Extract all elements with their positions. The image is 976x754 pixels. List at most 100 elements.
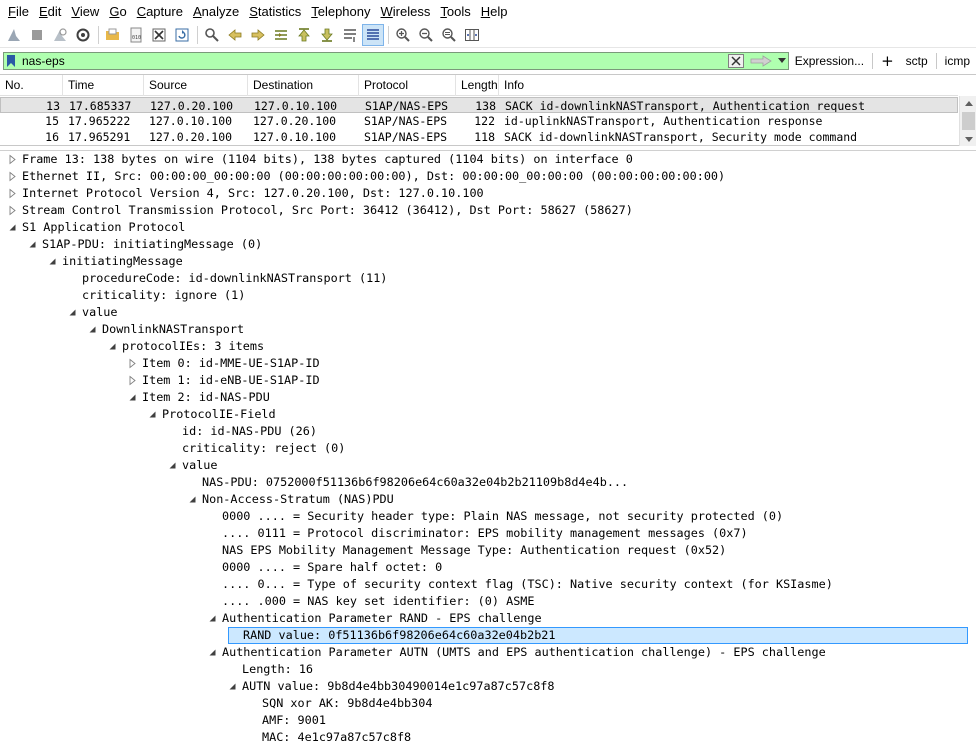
menu-statistics[interactable]: Statistics	[244, 0, 306, 23]
column-header-length[interactable]: Length	[456, 75, 499, 96]
zoom-normal-icon[interactable]	[438, 24, 460, 46]
go-back-icon[interactable]	[224, 24, 246, 46]
tree-item[interactable]: Stream Control Transmission Protocol, Sr…	[8, 202, 633, 219]
apply-filter-arrow-icon[interactable]	[748, 54, 774, 68]
menu-analyze[interactable]: Analyze	[188, 0, 244, 23]
go-to-packet-icon[interactable]	[270, 24, 292, 46]
packet-list-scrollbar[interactable]	[959, 96, 976, 146]
tree-item[interactable]: Item 1: id-eNB-UE-S1AP-ID	[128, 372, 320, 389]
reload-file-icon[interactable]	[171, 24, 193, 46]
collapse-arrow-icon[interactable]	[188, 491, 198, 508]
tree-item[interactable]: criticality: ignore (1)	[68, 287, 245, 304]
collapse-arrow-icon[interactable]	[148, 406, 158, 423]
column-header-info[interactable]: Info	[499, 75, 958, 96]
filter-button-icmp[interactable]: icmp	[939, 54, 976, 68]
tree-item[interactable]: procedureCode: id-downlinkNASTransport (…	[68, 270, 387, 287]
zoom-out-icon[interactable]	[415, 24, 437, 46]
go-last-icon[interactable]	[316, 24, 338, 46]
tree-item[interactable]: S1 Application Protocol	[8, 219, 185, 236]
tree-item-selected[interactable]: RAND value: 0f51136b6f98206e64c60a32e04b…	[228, 627, 968, 644]
tree-item[interactable]: NAS EPS Mobility Management Message Type…	[208, 542, 726, 559]
zoom-in-icon[interactable]	[392, 24, 414, 46]
expand-arrow-icon[interactable]	[8, 202, 18, 219]
expand-arrow-icon[interactable]	[128, 355, 138, 372]
resize-columns-icon[interactable]	[461, 24, 483, 46]
clear-filter-icon[interactable]	[727, 53, 744, 68]
expand-arrow-icon[interactable]	[8, 185, 18, 202]
tree-item[interactable]: Item 0: id-MME-UE-S1AP-ID	[128, 355, 320, 372]
packet-row[interactable]: 15 17.965222 127.0.10.100 127.0.20.100 S1AP/…	[0, 113, 958, 129]
close-file-icon[interactable]	[148, 24, 170, 46]
menu-edit[interactable]: Edit	[34, 0, 66, 23]
display-filter-input[interactable]	[20, 52, 728, 69]
tree-item[interactable]: AMF: 9001	[248, 712, 326, 729]
tree-item[interactable]: criticality: reject (0)	[168, 440, 345, 457]
column-header-time[interactable]: Time	[63, 75, 144, 96]
add-filter-button[interactable]: +	[875, 52, 900, 70]
tree-item[interactable]: DownlinkNASTransport	[88, 321, 244, 338]
tree-item[interactable]: 0000 .... = Security header type: Plain …	[208, 508, 783, 525]
collapse-arrow-icon[interactable]	[68, 304, 78, 321]
menu-telephony[interactable]: Telephony	[306, 0, 375, 23]
tree-item[interactable]: AUTN value: 9b8d4e4bb30490014e1c97a87c57…	[228, 678, 555, 695]
menu-go[interactable]: Go	[104, 0, 131, 23]
menu-wireless[interactable]: Wireless	[376, 0, 436, 23]
tree-item[interactable]: Item 2: id-NAS-PDU	[128, 389, 270, 406]
collapse-arrow-icon[interactable]	[168, 457, 178, 474]
tree-item[interactable]: id: id-NAS-PDU (26)	[168, 423, 317, 440]
column-header-no[interactable]: No.	[0, 75, 63, 96]
collapse-arrow-icon[interactable]	[228, 678, 238, 695]
chevron-down-icon[interactable]	[776, 54, 788, 68]
colorize-icon[interactable]	[362, 24, 384, 46]
filter-button-sctp[interactable]: sctp	[900, 54, 934, 68]
capture-options-icon[interactable]	[72, 24, 94, 46]
packet-row[interactable]: 13 17.685337 127.0.20.100 127.0.10.100 S1AP/…	[0, 97, 958, 113]
scrollbar-thumb[interactable]	[961, 112, 975, 130]
tree-item[interactable]: .... 0111 = Protocol discriminator: EPS …	[208, 525, 748, 542]
shark-fin-start-icon[interactable]	[3, 24, 25, 46]
find-packet-icon[interactable]	[201, 24, 223, 46]
tree-item[interactable]: Frame 13: 138 bytes on wire (1104 bits),…	[8, 151, 633, 168]
go-forward-icon[interactable]	[247, 24, 269, 46]
restart-capture-icon[interactable]	[49, 24, 71, 46]
tree-item[interactable]: value	[168, 457, 218, 474]
tree-item[interactable]: 0000 .... = Spare half octet: 0	[208, 559, 442, 576]
column-header-protocol[interactable]: Protocol	[359, 75, 456, 96]
collapse-arrow-icon[interactable]	[208, 644, 218, 661]
menu-view[interactable]: View	[66, 0, 104, 23]
tree-item[interactable]: Length: 16	[228, 661, 313, 678]
stop-capture-icon[interactable]	[26, 24, 48, 46]
menu-help[interactable]: Help	[476, 0, 513, 23]
collapse-arrow-icon[interactable]	[48, 253, 58, 270]
tree-item[interactable]: Non-Access-Stratum (NAS)PDU	[188, 491, 394, 508]
packet-row[interactable]: 16 17.965291 127.0.20.100 127.0.10.100 S1AP/…	[0, 129, 958, 145]
collapse-arrow-icon[interactable]	[108, 338, 118, 355]
expression-button[interactable]: Expression...	[789, 54, 870, 68]
tree-item[interactable]: S1AP-PDU: initiatingMessage (0)	[28, 236, 262, 253]
menu-capture[interactable]: Capture	[132, 0, 188, 23]
collapse-arrow-icon[interactable]	[208, 610, 218, 627]
tree-item[interactable]: value	[68, 304, 118, 321]
collapse-arrow-icon[interactable]	[28, 236, 38, 253]
tree-item[interactable]: SQN xor AK: 9b8d4e4bb304	[248, 695, 432, 712]
column-header-destination[interactable]: Destination	[248, 75, 359, 96]
tree-item[interactable]: .... .000 = NAS key set identifier: (0) …	[208, 593, 535, 610]
tree-item[interactable]: Internet Protocol Version 4, Src: 127.0.…	[8, 185, 484, 202]
tree-item[interactable]: .... 0... = Type of security context fla…	[208, 576, 833, 593]
go-first-icon[interactable]	[293, 24, 315, 46]
tree-item[interactable]: MAC: 4e1c97a87c57c8f8	[248, 729, 411, 746]
save-file-icon[interactable]: 010	[125, 24, 147, 46]
menu-file[interactable]: File	[3, 0, 34, 23]
scroll-up-icon[interactable]	[960, 96, 976, 110]
tree-item[interactable]: ProtocolIE-Field	[148, 406, 276, 423]
collapse-arrow-icon[interactable]	[128, 389, 138, 406]
expand-arrow-icon[interactable]	[128, 372, 138, 389]
tree-item[interactable]: initiatingMessage	[48, 253, 183, 270]
tree-item[interactable]: Ethernet II, Src: 00:00:00_00:00:00 (00:…	[8, 168, 725, 185]
tree-item[interactable]: Authentication Parameter RAND - EPS chal…	[208, 610, 542, 627]
collapse-arrow-icon[interactable]	[88, 321, 98, 338]
open-file-icon[interactable]	[102, 24, 124, 46]
tree-item[interactable]: protocolIEs: 3 items	[108, 338, 264, 355]
collapse-arrow-icon[interactable]	[8, 219, 18, 236]
expand-arrow-icon[interactable]	[8, 151, 18, 168]
